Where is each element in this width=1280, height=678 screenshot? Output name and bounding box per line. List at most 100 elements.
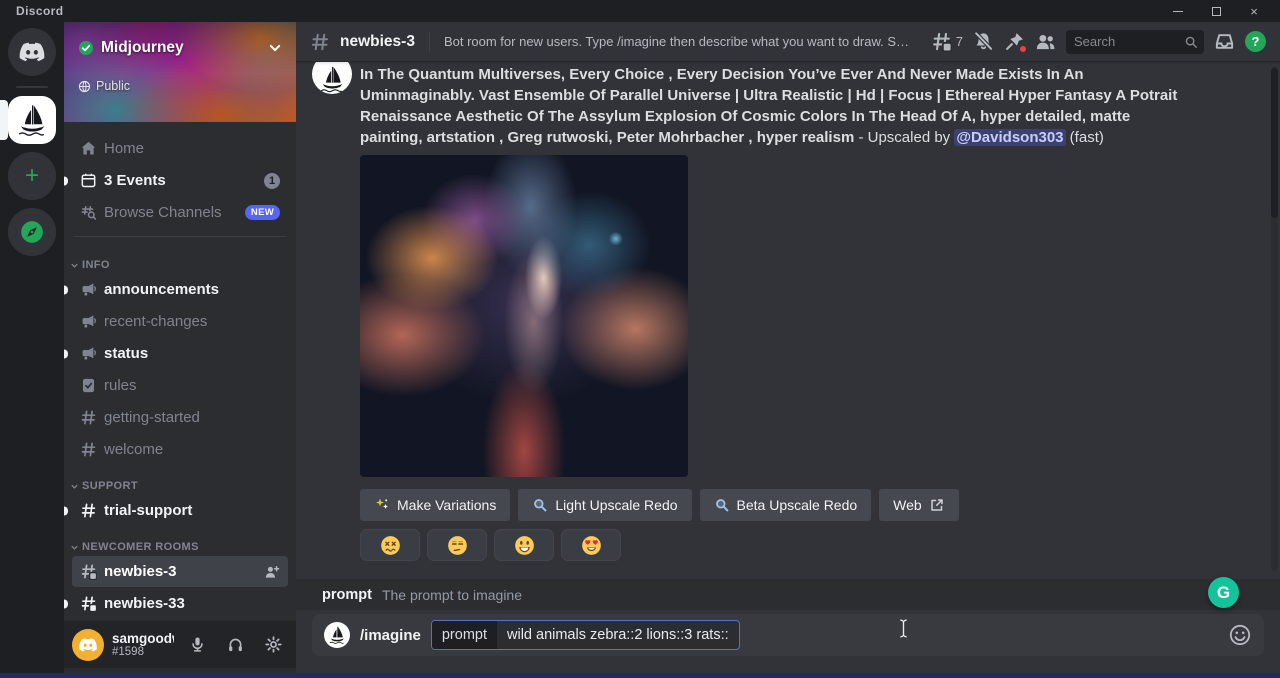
unamused-face-icon xyxy=(447,535,468,556)
discord-window: Discord × + xyxy=(0,0,1280,678)
user-mention[interactable]: @Davidson303 xyxy=(954,129,1065,146)
grinning-face-icon xyxy=(514,535,535,556)
reaction-heart-eyes-face[interactable] xyxy=(561,529,621,561)
help-button[interactable]: ? xyxy=(1245,31,1266,52)
make-variations-button[interactable]: Make Variations xyxy=(360,489,510,521)
server-banner[interactable]: Midjourney Public xyxy=(64,22,296,122)
selected-server-pill xyxy=(0,100,8,140)
server-name: Midjourney xyxy=(101,39,261,57)
user-settings-button[interactable] xyxy=(258,630,288,660)
channel-newbies-33[interactable]: newbies-33 xyxy=(72,588,288,619)
channel-status[interactable]: status xyxy=(72,338,288,369)
message-action-buttons: Make Variations Light Upscale Redo xyxy=(360,489,1182,521)
nav-label: Home xyxy=(104,140,280,157)
maximize-button[interactable] xyxy=(1208,4,1224,18)
nav-label: 3 Events xyxy=(104,172,257,189)
command-option-pill[interactable]: prompt wild animals zebra::2 lions::3 ra… xyxy=(431,620,740,650)
message-composer[interactable]: /imagine prompt wild animals zebra::2 li… xyxy=(312,614,1264,656)
scrollbar-thumb[interactable] xyxy=(1271,68,1278,218)
button-label: Light Upscale Redo xyxy=(555,497,677,513)
channel-name: getting-started xyxy=(104,409,280,426)
member-list-icon[interactable] xyxy=(1035,31,1056,52)
invite-member-icon[interactable] xyxy=(264,564,280,580)
button-label: Make Variations xyxy=(397,497,496,513)
mute-microphone-button[interactable] xyxy=(182,630,212,660)
option-value-input[interactable]: wild animals zebra::2 lions::3 rats:: xyxy=(497,621,739,649)
close-button[interactable]: × xyxy=(1246,4,1262,18)
sidebar-item-home[interactable]: Home xyxy=(72,133,288,164)
minimize-button[interactable] xyxy=(1170,4,1186,18)
inbox-icon[interactable] xyxy=(1214,31,1235,52)
new-badge: NEW xyxy=(245,205,280,220)
command-autocomplete[interactable]: prompt The prompt to imagine xyxy=(296,579,1280,610)
server-header[interactable]: Midjourney xyxy=(64,22,296,74)
reaction-grinning-face[interactable] xyxy=(494,529,554,561)
maximize-icon xyxy=(1212,7,1221,16)
reaction-confounded-face[interactable] xyxy=(360,529,420,561)
reaction-unamused-face[interactable] xyxy=(427,529,487,561)
add-server-button[interactable]: + xyxy=(8,152,56,200)
channel-announcements[interactable]: announcements xyxy=(72,274,288,305)
channel-newbies-3[interactable]: newbies-3 xyxy=(72,556,288,587)
megaphone-icon xyxy=(80,281,97,298)
discord-home-button[interactable] xyxy=(8,28,56,76)
confounded-face-icon xyxy=(380,535,401,556)
pinned-messages-button[interactable] xyxy=(1004,31,1025,52)
channel-name: announcements xyxy=(104,281,280,298)
reaction-buttons xyxy=(360,529,1182,561)
threads-button[interactable]: 7 xyxy=(931,31,963,52)
grammarly-widget[interactable]: G xyxy=(1208,577,1239,608)
category-support[interactable]: SUPPORT xyxy=(64,466,296,494)
category-label: SUPPORT xyxy=(82,480,138,492)
sidebar-item-browse-channels[interactable]: Browse Channels NEW xyxy=(72,197,288,228)
notifications-muted-icon[interactable] xyxy=(973,31,994,52)
user-info[interactable]: samgoodw... #1598 xyxy=(112,631,174,658)
rules-icon xyxy=(80,377,97,394)
server-icon-midjourney[interactable] xyxy=(8,96,56,144)
explore-servers-button[interactable] xyxy=(8,208,56,256)
channel-trial-support[interactable]: trial-support xyxy=(72,495,288,526)
chevron-down-icon[interactable] xyxy=(268,41,282,55)
chevron-down-icon xyxy=(70,543,79,552)
emoji-picker-button[interactable] xyxy=(1228,623,1252,647)
user-panel: samgoodw... #1598 xyxy=(64,621,296,668)
search-input[interactable] xyxy=(1074,34,1180,49)
sidebar-item-events[interactable]: 3 Events 1 xyxy=(72,165,288,196)
channel-recent-changes[interactable]: recent-changes xyxy=(72,306,288,337)
magnifier-icon xyxy=(714,497,730,513)
light-upscale-redo-button[interactable]: Light Upscale Redo xyxy=(518,489,691,521)
category-info[interactable]: INFO xyxy=(64,245,296,273)
slash-command: /imagine xyxy=(360,627,421,644)
user-avatar[interactable] xyxy=(72,629,104,661)
main-content: newbies-3 Bot room for new users. Type /… xyxy=(296,22,1280,673)
nav-label: Browse Channels xyxy=(104,204,238,221)
calendar-icon xyxy=(80,172,97,189)
category-newcomer-rooms[interactable]: NEWCOMER ROOMS xyxy=(64,527,296,555)
chevron-down-icon xyxy=(70,482,79,491)
server-visibility: Public xyxy=(78,79,130,93)
midjourney-bot-avatar[interactable] xyxy=(312,62,352,94)
search-bar[interactable] xyxy=(1066,30,1204,54)
app-title: Discord xyxy=(16,4,63,18)
channel-rules[interactable]: rules xyxy=(72,370,288,401)
message-content: In The Quantum Multiverses, Every Choice… xyxy=(360,64,1182,148)
beta-upscale-redo-button[interactable]: Beta Upscale Redo xyxy=(700,489,872,521)
web-button[interactable]: Web xyxy=(879,489,959,521)
midjourney-sailboat-icon xyxy=(14,102,50,138)
pin-alert-dot xyxy=(1019,45,1027,53)
channel-topic[interactable]: Bot room for new users. Type /imagine th… xyxy=(444,34,921,49)
verified-badge-icon xyxy=(78,40,94,56)
generated-image-attachment[interactable] xyxy=(360,155,688,477)
channel-getting-started[interactable]: getting-started xyxy=(72,402,288,433)
channel-name: welcome xyxy=(104,441,280,458)
deafen-button[interactable] xyxy=(220,630,250,660)
window-titlebar: Discord × xyxy=(0,0,1280,22)
channel-sidebar: Midjourney Public Home xyxy=(64,22,296,673)
category-label: NEWCOMER ROOMS xyxy=(82,541,199,553)
button-label: Web xyxy=(893,497,922,513)
server-visibility-label: Public xyxy=(96,79,130,93)
channel-welcome[interactable]: welcome xyxy=(72,434,288,465)
autocomplete-description: The prompt to imagine xyxy=(382,587,522,603)
channel-name: newbies-33 xyxy=(104,595,280,612)
megaphone-icon xyxy=(80,345,97,362)
